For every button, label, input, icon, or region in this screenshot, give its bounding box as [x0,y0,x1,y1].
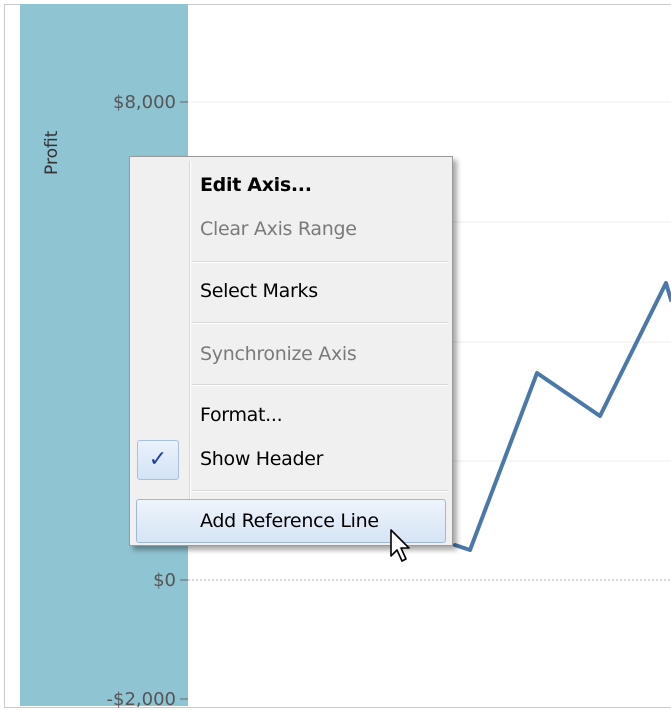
menu-separator [192,384,448,386]
menu-item-format[interactable]: Format... [200,395,444,435]
menu-item-edit-axis[interactable]: Edit Axis... [200,165,444,205]
menu-separator [192,322,448,324]
menu-item-select-marks[interactable]: Select Marks [200,271,444,311]
menu-separator [192,261,448,263]
arrow-pointer-icon [390,529,410,562]
profit-line[interactable] [453,281,671,552]
menu-separator [192,490,448,492]
axis-context-menu: Edit Axis... Clear Axis Range Select Mar… [129,156,453,546]
menu-item-show-header[interactable]: Show Header [200,439,444,479]
menu-item-synchronize-axis: Synchronize Axis [200,343,357,365]
menu-gutter [189,161,191,541]
check-icon: ✓ [137,440,179,480]
menu-item-clear-axis-range: Clear Axis Range [200,218,357,240]
